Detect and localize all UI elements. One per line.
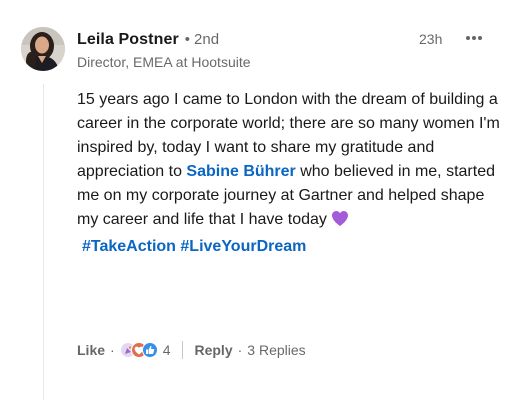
degree-label: 2nd [194,31,220,48]
author-name[interactable]: Leila Postner [77,31,179,49]
hashtags: #TakeAction #LiveYourDream [82,238,306,255]
actions-divider [182,341,184,359]
ellipsis-icon [466,36,482,40]
purple-heart-icon [331,210,349,235]
comment-actions: Like · 4 Reply · 3 Replies [77,341,306,359]
comment-body: 15 years ago I came to London with the d… [77,88,507,259]
hashtag-link[interactable]: #LiveYourDream [180,238,306,255]
connection-degree: • 2nd [185,31,219,48]
mention-link[interactable]: Sabine Bührer [186,163,295,180]
reaction-count[interactable]: 4 [163,342,171,358]
avatar-image [21,27,65,71]
more-options-button[interactable] [460,28,488,48]
hashtag-link[interactable]: #TakeAction [82,238,176,255]
separator-dot: · [237,342,243,358]
reply-button[interactable]: Reply [194,342,232,358]
separator-dot: · [110,342,115,358]
reactions-summary[interactable] [119,342,158,358]
like-reaction-icon [141,342,158,358]
like-button[interactable]: Like [77,342,105,358]
replies-count-link[interactable]: 3 Replies [247,342,305,358]
thread-line [43,84,44,400]
comment-timestamp: 23h [419,31,443,47]
degree-separator: • [184,31,191,48]
avatar[interactable] [21,27,65,71]
author-headline: Director, EMEA at Hootsuite [77,54,251,70]
comment: Leila Postner • 2nd Director, EMEA at Hoo… [0,0,516,400]
